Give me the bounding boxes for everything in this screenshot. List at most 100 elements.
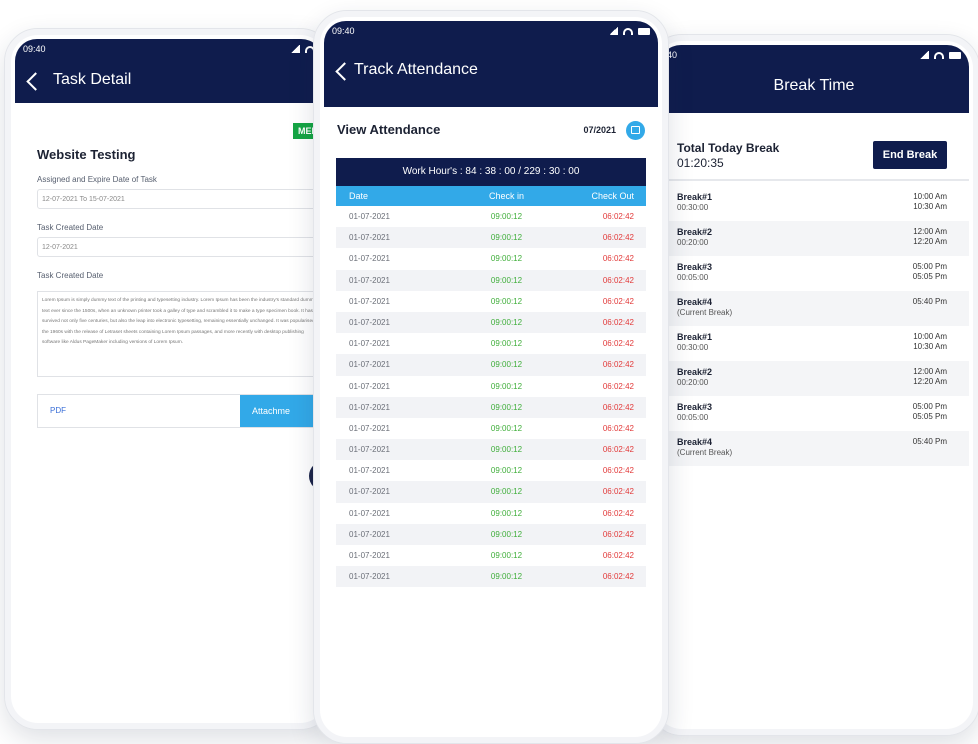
break-name: Break#3 [677, 262, 713, 272]
table-row: 01-07-2021 09:00:12 06:02:42 [336, 311, 646, 334]
table-row: 01-07-2021 09:00:12 06:02:42 [336, 354, 646, 376]
table-row: 01-07-2021 09:00:12 06:02:42 [336, 333, 646, 355]
break-name: Break#1 [677, 332, 713, 342]
row-check-in: 09:00:12 [490, 296, 523, 306]
column-check-in: Check in [488, 191, 524, 201]
list-item: Break#2 00:20:00 12:00 Am 12:20 Am [659, 361, 969, 396]
break-start-time: 05:40 Pm [912, 437, 947, 446]
table-row: 01-07-2021 09:00:12 06:02:42 [336, 206, 646, 228]
list-item: Break#4 (Current Break) 05:40 Pm [659, 291, 969, 326]
description-label: Task Created Date [37, 271, 104, 280]
row-date: 01-07-2021 [349, 317, 390, 327]
list-item: Break#2 00:20:00 12:00 Am 12:20 Am [659, 221, 969, 256]
break-time-phone: 40 Break Time Total Today Break 01:20:35… [648, 34, 978, 736]
attendance-app-bar: 09:40 Track Attendance [324, 21, 658, 107]
month-selector[interactable]: 07/2021 [583, 125, 616, 135]
table-row: 01-07-2021 09:00:12 06:02:42 [336, 375, 646, 397]
row-check-out: 06:02:42 [602, 487, 634, 497]
tab-attachment[interactable]: Attachme [240, 395, 323, 427]
break-duration: (Current Break) [677, 448, 733, 457]
signal-icon [609, 27, 618, 35]
break-start-time: 12:00 Am [913, 367, 947, 376]
break-duration: 00:20:00 [677, 238, 709, 247]
track-attendance-screen: 09:40 Track Attendance View Attendance 0… [324, 21, 658, 733]
assigned-date-value: 12-07-2021 To 15-07-2021 [42, 196, 125, 203]
status-time: 09:40 [332, 26, 355, 36]
break-duration: (Current Break) [677, 308, 733, 317]
task-detail-phone: 09:40 Task Detail MED Website Testing As… [4, 28, 334, 730]
break-time-app-bar: 40 Break Time [659, 45, 969, 113]
list-item: Break#3 00:05:00 05:00 Pm 05:05 Pm [659, 396, 969, 431]
table-row: 01-07-2021 09:00:12 06:02:42 [336, 566, 646, 588]
end-break-button[interactable]: End Break [873, 141, 947, 169]
row-check-out: 06:02:42 [602, 339, 634, 349]
table-row: 01-07-2021 09:00:12 06:02:42 [336, 460, 646, 482]
signal-icon [291, 45, 300, 53]
page-title: Task Detail [53, 71, 132, 88]
break-name: Break#2 [677, 227, 713, 237]
created-date-value: 12-07-2021 [42, 244, 78, 251]
attendance-table-header: Date Check in Check Out [336, 186, 646, 206]
row-check-out: 06:02:42 [602, 423, 634, 433]
signal-icon [920, 51, 929, 59]
table-row: 01-07-2021 09:00:12 06:02:42 [336, 502, 646, 524]
status-bar: 09:40 [23, 44, 315, 54]
break-start-time: 05:00 Pm [912, 402, 947, 411]
break-duration: 00:20:00 [677, 378, 709, 387]
break-duration: 00:05:00 [677, 273, 709, 282]
list-item: Break#3 00:05:00 05:00 Pm 05:05 Pm [659, 256, 969, 291]
assigned-date-field[interactable]: 12-07-2021 To 15-07-2021 [37, 189, 323, 209]
row-check-out: 06:02:42 [602, 508, 634, 518]
back-arrow-icon[interactable] [26, 72, 45, 91]
break-end-time: 12:20 Am [913, 237, 947, 246]
file-tabs: PDF Attachme [37, 394, 323, 428]
battery-icon [638, 27, 650, 35]
row-check-in: 09:00:12 [490, 339, 523, 349]
row-check-out: 06:02:42 [602, 381, 634, 391]
row-check-in: 09:00:12 [490, 466, 523, 476]
row-check-out: 06:02:42 [602, 466, 634, 476]
break-name: Break#1 [677, 192, 713, 202]
row-check-in: 09:00:12 [490, 445, 523, 455]
row-date: 01-07-2021 [349, 212, 390, 221]
row-check-out: 06:02:42 [602, 275, 634, 285]
row-check-out: 06:02:42 [602, 572, 634, 582]
row-date: 01-07-2021 [349, 423, 390, 433]
row-check-in: 09:00:12 [490, 233, 523, 243]
break-name: Break#4 [677, 297, 713, 307]
created-date-field[interactable]: 12-07-2021 [37, 237, 323, 257]
row-check-in: 09:00:12 [490, 508, 523, 518]
table-row: 01-07-2021 09:00:12 06:02:42 [336, 269, 646, 291]
calendar-icon[interactable] [626, 121, 645, 140]
row-date: 01-07-2021 [349, 360, 390, 370]
row-check-in: 09:00:12 [490, 275, 523, 285]
table-row: 01-07-2021 09:00:12 06:02:42 [336, 417, 646, 440]
table-row: 01-07-2021 09:00:12 06:02:42 [336, 248, 646, 270]
row-date: 01-07-2021 [349, 381, 390, 391]
break-end-time: 10:30 Am [913, 342, 947, 351]
break-start-time: 05:40 Pm [912, 297, 947, 306]
row-check-in: 09:00:12 [490, 529, 523, 539]
total-break-value: 01:20:35 [677, 156, 724, 170]
view-attendance-heading: View Attendance [337, 122, 441, 137]
task-name: Website Testing [37, 147, 136, 162]
created-date-label: Task Created Date [37, 223, 104, 232]
wifi-icon [623, 27, 633, 35]
page-title: Track Attendance [354, 61, 478, 78]
row-check-out: 06:02:42 [602, 212, 634, 221]
tab-pdf[interactable]: PDF [38, 395, 240, 427]
break-duration: 00:05:00 [677, 413, 709, 422]
row-check-in: 09:00:12 [490, 254, 523, 264]
break-start-time: 10:00 Am [913, 332, 947, 341]
row-check-in: 09:00:12 [490, 402, 523, 412]
row-check-out: 06:02:42 [602, 233, 634, 243]
attendance-table-body: 01-07-2021 09:00:12 06:02:42 01-07-2021 09:0… [336, 206, 646, 588]
work-hours-banner: Work Hour's : 84 : 38 : 00 / 229 : 30 : … [336, 158, 646, 186]
status-time: 09:40 [23, 44, 46, 54]
break-end-time: 05:05 Pm [912, 412, 947, 421]
row-check-out: 06:02:42 [602, 317, 634, 327]
back-arrow-icon[interactable] [335, 62, 354, 81]
table-row: 01-07-2021 09:00:12 06:02:42 [336, 290, 646, 312]
row-date: 01-07-2021 [349, 551, 390, 560]
row-check-in: 09:00:12 [490, 360, 523, 370]
